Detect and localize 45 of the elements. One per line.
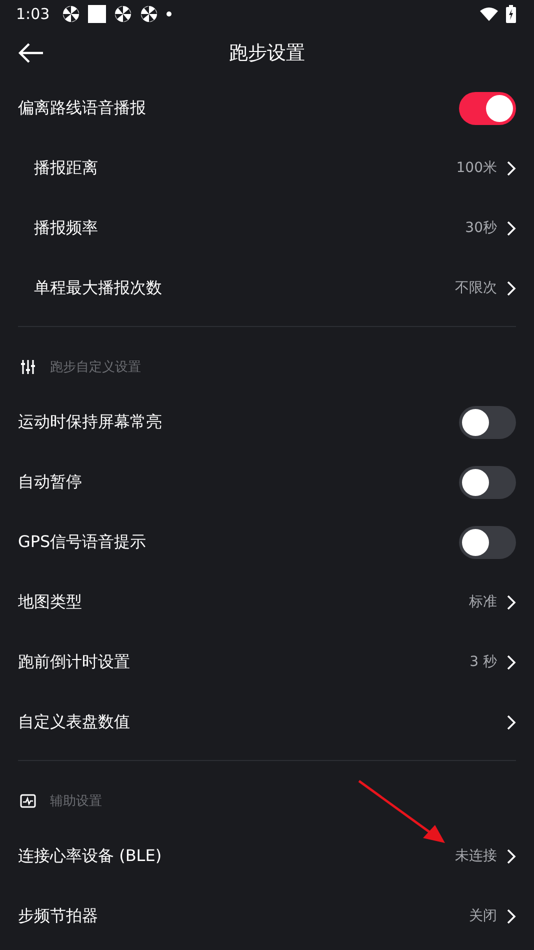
notification-icon: [114, 5, 132, 23]
setting-label[interactable]: 连接心率设备 (BLE): [18, 846, 445, 866]
section-heading: 跑步自定义设置: [50, 359, 141, 376]
chevron-right-icon[interactable]: [507, 220, 516, 236]
notification-icon: [62, 5, 80, 23]
setting-value: 100米: [456, 159, 497, 177]
setting-label[interactable]: 自动暂停: [18, 472, 449, 492]
setting-value: 3 秒: [470, 653, 497, 671]
setting-label[interactable]: 跑前倒计时设置: [18, 652, 460, 672]
setting-label[interactable]: GPS信号语音提示: [18, 532, 449, 552]
setting-label[interactable]: 步频节拍器: [18, 906, 459, 926]
setting-label[interactable]: 播报距离: [34, 158, 446, 178]
status-time: 1:03: [16, 5, 50, 23]
chevron-right-icon[interactable]: [507, 160, 516, 176]
toggle-switch[interactable]: [459, 526, 516, 558]
chevron-right-icon[interactable]: [507, 594, 516, 610]
back-arrow-icon[interactable]: [18, 43, 44, 63]
setting-label[interactable]: 自定义表盘数值: [18, 712, 497, 732]
pulse-monitor-icon: [20, 794, 36, 808]
setting-value: 未连接: [455, 847, 497, 865]
setting-label[interactable]: 偏离路线语音播报: [18, 98, 449, 118]
battery-icon: [506, 5, 516, 23]
sliders-icon: [20, 359, 36, 375]
setting-value: 30秒: [465, 219, 497, 237]
dot-icon: [166, 11, 172, 17]
square-icon: [88, 5, 106, 23]
chevron-right-icon[interactable]: [507, 848, 516, 864]
section-heading: 辅助设置: [50, 793, 102, 810]
notification-icon: [140, 5, 158, 23]
setting-value: 关闭: [469, 907, 497, 925]
setting-value: 不限次: [455, 279, 497, 297]
setting-label[interactable]: 运动时保持屏幕常亮: [18, 412, 449, 432]
setting-label[interactable]: 单程最大播报次数: [34, 278, 445, 298]
chevron-right-icon[interactable]: [507, 654, 516, 670]
toggle-switch[interactable]: [459, 92, 516, 124]
setting-value: 标准: [469, 593, 497, 611]
chevron-right-icon[interactable]: [507, 280, 516, 296]
chevron-right-icon[interactable]: [507, 908, 516, 924]
setting-label[interactable]: 播报频率: [34, 218, 456, 238]
toggle-switch[interactable]: [459, 406, 516, 438]
wifi-icon: [480, 7, 498, 21]
toggle-switch[interactable]: [459, 466, 516, 498]
page-title: 跑步设置: [229, 41, 305, 66]
chevron-right-icon[interactable]: [507, 714, 516, 730]
setting-label[interactable]: 地图类型: [18, 592, 459, 612]
